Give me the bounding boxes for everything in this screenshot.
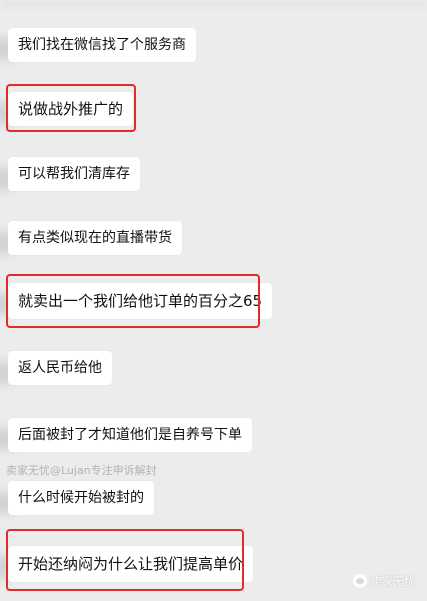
message-text: 就卖出一个我们给他订单的百分之65 [18,292,263,310]
watermark-text: 卖家无忧 [371,575,415,588]
chat-message-bubble[interactable]: 返人民币给他 [8,351,112,385]
chat-message-bubble[interactable]: 我们找在微信找了个服务商 [8,28,196,62]
message-text: 返人民币给他 [18,360,102,376]
message-text: 后面被封了才知道他们是自养号下单 [18,427,242,443]
blurred-top-edge [0,0,427,8]
message-text: 我们找在微信找了个服务商 [18,37,186,53]
sender-label: 卖家无忧@Lujan专注申诉解封 [6,464,157,477]
chat-message-bubble[interactable]: 可以帮我们清库存 [8,157,140,191]
chat-message-bubble[interactable]: 有点类似现在的直播带货 [8,221,182,255]
watermark: 卖家无忧 [353,573,415,589]
message-text: 说做战外推广的 [18,100,124,118]
chat-message-bubble[interactable]: 什么时候开始被封的 [8,481,154,515]
wechat-icon [353,574,367,588]
chat-message-bubble[interactable]: 就卖出一个我们给他订单的百分之65 [8,283,273,319]
message-text: 可以帮我们清库存 [18,166,130,182]
chat-message-bubble[interactable]: 后面被封了才知道他们是自养号下单 [8,418,252,452]
message-text: 开始还纳闷为什么让我们提高单价 [18,555,244,573]
chat-thread: 我们找在微信找了个服务商 说做战外推广的 可以帮我们清库存 有点类似现在的直播带… [0,0,427,601]
message-text: 什么时候开始被封的 [18,490,144,506]
chat-message-bubble[interactable]: 说做战外推广的 [8,92,134,126]
chat-message-bubble[interactable]: 开始还纳闷为什么让我们提高单价 [8,546,254,582]
message-text: 有点类似现在的直播带货 [18,230,172,246]
